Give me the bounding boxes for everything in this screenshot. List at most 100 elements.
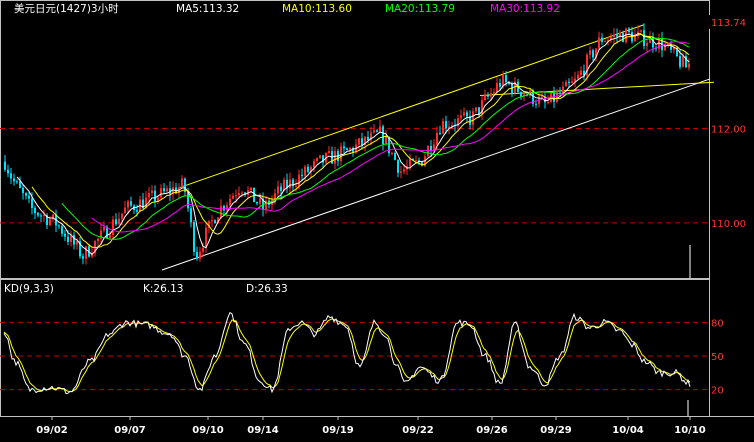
candle-up xyxy=(238,193,240,196)
candle-up xyxy=(472,111,474,125)
candle-down xyxy=(307,166,309,172)
kd-label: KD(9,3,3) xyxy=(4,283,54,295)
candle-down xyxy=(136,210,138,212)
candle-up xyxy=(43,215,45,217)
candle-down xyxy=(115,219,117,225)
candle-up xyxy=(277,186,279,194)
candle-down xyxy=(25,193,27,196)
candle-down xyxy=(601,37,603,42)
candle-up xyxy=(496,82,498,93)
candle-down xyxy=(37,213,39,216)
candle-down xyxy=(280,186,282,191)
candle-up xyxy=(589,50,591,55)
candle-up xyxy=(148,193,150,198)
candlestick-series xyxy=(4,23,691,278)
candle-down xyxy=(4,161,6,170)
candle-up xyxy=(580,70,582,75)
candle-up xyxy=(109,235,111,239)
candle-up xyxy=(442,121,444,134)
forex-chart: 112.00 110.00 80 50 20 09/02 09/07 09/10 09/14 09… xyxy=(0,0,754,436)
candle-down xyxy=(568,81,570,83)
ma10-line xyxy=(31,33,690,249)
candle-down xyxy=(346,148,348,150)
candle-up xyxy=(475,107,477,112)
candle-up xyxy=(319,155,321,159)
candle-down xyxy=(478,107,480,115)
candle-down xyxy=(253,187,255,203)
candle-down xyxy=(34,207,36,214)
candle-down xyxy=(301,174,303,176)
candle-down xyxy=(439,132,441,134)
candle-down xyxy=(61,226,63,234)
candle-up xyxy=(577,74,579,79)
candle-down xyxy=(592,50,594,58)
kd-indicator-lines xyxy=(3,311,691,416)
candle-up xyxy=(409,159,411,167)
k-value-label: K:26.13 xyxy=(143,283,183,295)
candle-up xyxy=(547,102,549,104)
candle-up xyxy=(541,96,543,98)
candle-up xyxy=(316,158,318,162)
candle-down xyxy=(31,198,33,208)
candle-down xyxy=(616,34,618,37)
kd-tick-label: 50 xyxy=(711,352,724,363)
candle-up xyxy=(241,192,243,194)
ma5-line xyxy=(16,33,690,255)
candle-down xyxy=(376,130,378,132)
time-tick-label: 09/14 xyxy=(247,425,279,436)
candle-up xyxy=(391,152,393,154)
candle-down xyxy=(487,95,489,97)
candle-up xyxy=(379,126,381,132)
candle-up xyxy=(460,115,462,119)
candle-up xyxy=(289,179,291,189)
candle-up xyxy=(646,42,648,47)
candle-up xyxy=(304,166,306,176)
candle-up xyxy=(121,213,123,219)
candle-down xyxy=(421,161,423,166)
candle-down xyxy=(10,173,12,179)
candle-down xyxy=(256,202,258,204)
candle-up xyxy=(565,81,567,87)
candle-up xyxy=(313,161,315,168)
candle-up xyxy=(112,219,114,236)
candle-down xyxy=(16,181,18,183)
kd-tick-label: 20 xyxy=(711,386,724,397)
candle-up xyxy=(403,169,405,172)
kd-tick-label: 80 xyxy=(711,318,724,329)
ma5-legend: MA5:113.32 xyxy=(176,3,239,15)
candle-up xyxy=(613,34,615,37)
candle-up xyxy=(493,92,495,94)
candle-down xyxy=(520,91,522,97)
candle-down xyxy=(154,190,156,202)
price-tick-label: 110.00 xyxy=(711,219,746,230)
candle-down xyxy=(499,82,501,87)
candle-up xyxy=(160,188,162,198)
candle-up xyxy=(349,148,351,150)
candle-up xyxy=(400,171,402,173)
candle-up xyxy=(358,138,360,145)
ma30-line xyxy=(91,41,690,233)
candle-down xyxy=(505,75,507,83)
candle-down xyxy=(190,208,192,223)
candle-up xyxy=(604,41,606,43)
candle-up xyxy=(199,251,201,259)
candle-down xyxy=(13,178,15,182)
time-tick-label: 09/02 xyxy=(36,425,68,436)
candle-down xyxy=(193,222,195,252)
candle-up xyxy=(250,187,252,191)
candle-up xyxy=(415,160,417,162)
candle-down xyxy=(7,169,9,174)
candle-up xyxy=(490,93,492,97)
candle-up xyxy=(688,63,690,68)
candle-down xyxy=(58,225,60,227)
candle-up xyxy=(574,78,576,82)
candle-up xyxy=(202,248,204,252)
price-tick-label: 112.00 xyxy=(711,124,746,135)
chart-title: 美元日元(1427)3小时 xyxy=(14,2,119,15)
candle-down xyxy=(82,256,84,259)
candle-up xyxy=(298,174,300,186)
candle-up xyxy=(127,201,129,208)
candle-up xyxy=(49,219,51,226)
candle-up xyxy=(571,81,573,83)
candle-up xyxy=(235,195,237,197)
